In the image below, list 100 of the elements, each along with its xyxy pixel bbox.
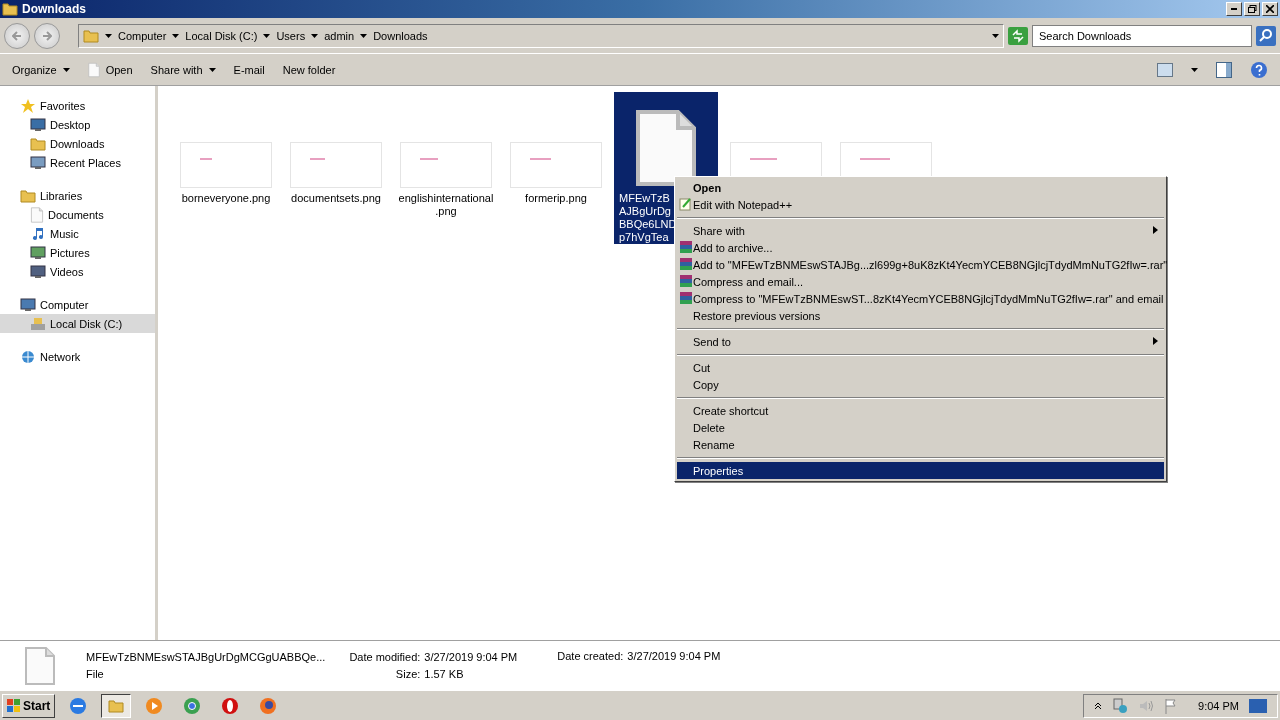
tree-item[interactable]: Documents xyxy=(0,205,155,224)
forward-arrow-icon xyxy=(42,30,52,41)
archive-icon xyxy=(679,240,693,254)
tree-item[interactable]: Local Disk (C:) xyxy=(0,314,155,333)
address-bar[interactable]: Computer Local Disk (C:) Users admin Downloads xyxy=(78,23,1004,48)
show-desktop-icon[interactable] xyxy=(1249,698,1267,713)
drive-icon xyxy=(30,315,46,332)
preview-pane-icon[interactable] xyxy=(1216,61,1232,78)
detail-label: Date created: xyxy=(557,650,624,662)
menu-item[interactable]: Cut xyxy=(677,359,1164,376)
tree-item[interactable]: Pictures xyxy=(0,243,155,262)
window-title: Downloads xyxy=(22,2,87,16)
toolbar-button[interactable]: Share with xyxy=(150,63,216,76)
globe-icon xyxy=(20,348,36,365)
forward-button[interactable] xyxy=(34,22,60,49)
menu-item[interactable]: Create shortcut xyxy=(677,402,1164,419)
tree-item[interactable]: Favorites xyxy=(0,96,155,115)
detail-value: 3/27/2019 9:04 PM xyxy=(627,650,721,662)
tree-item[interactable]: Videos xyxy=(0,262,155,281)
caret-icon xyxy=(992,33,999,38)
start-button[interactable]: Start xyxy=(2,693,56,718)
folder-icon xyxy=(83,27,99,44)
file-name: formerip.png xyxy=(525,192,587,205)
taskbar-app-button[interactable] xyxy=(101,693,132,718)
restore-button[interactable] xyxy=(1244,2,1260,16)
caret-icon xyxy=(105,33,112,38)
breadcrumb[interactable]: Local Disk (C:) xyxy=(185,29,258,42)
toolbar-button[interactable]: Open xyxy=(87,61,133,78)
minimize-button[interactable] xyxy=(1226,2,1242,16)
tree-item[interactable]: Libraries xyxy=(0,186,155,205)
monitor-icon xyxy=(30,154,46,171)
search-icon[interactable] xyxy=(1256,25,1276,46)
network-icon[interactable] xyxy=(1112,697,1129,714)
document-icon xyxy=(30,206,44,223)
toolbar-button[interactable]: E-mail xyxy=(233,63,265,76)
monitor-icon xyxy=(20,296,36,313)
view-icon[interactable] xyxy=(1157,62,1173,77)
submenu-arrow-icon xyxy=(1153,337,1158,345)
file-name: englishinternational .png xyxy=(398,192,494,218)
folder-icon xyxy=(2,1,18,17)
file-name: documentsets.png xyxy=(291,192,381,205)
play-icon xyxy=(145,696,164,715)
refresh-icon[interactable] xyxy=(1008,26,1028,45)
flag-icon[interactable] xyxy=(1164,697,1179,714)
folder-icon xyxy=(108,697,125,714)
menu-item[interactable]: Send to xyxy=(677,333,1164,350)
tree-item[interactable]: Recent Places xyxy=(0,153,155,172)
breadcrumb[interactable]: Users xyxy=(276,29,306,42)
ring-icon xyxy=(221,696,240,715)
tree-item[interactable]: Network xyxy=(0,347,155,366)
menu-item[interactable]: Restore previous versions xyxy=(677,307,1164,324)
caret-icon xyxy=(62,67,70,72)
menu-item[interactable]: Compress and email... xyxy=(677,273,1164,290)
tree-item[interactable]: Downloads xyxy=(0,134,155,153)
breadcrumb[interactable]: Downloads xyxy=(373,29,428,42)
toolbar-button[interactable]: Organize xyxy=(12,63,70,76)
detail-name: MFEwTzBNMEswSTAJBgUrDgMCGgUABBQe... xyxy=(86,651,326,663)
close-icon xyxy=(1266,5,1274,13)
menu-item[interactable]: Delete xyxy=(677,419,1164,436)
tree-item[interactable]: Music xyxy=(0,224,155,243)
music-note-icon xyxy=(30,225,46,242)
caret-icon xyxy=(1191,67,1198,72)
windows-logo-icon xyxy=(7,698,21,713)
caret-icon xyxy=(172,33,180,38)
monitor-icon xyxy=(30,263,46,280)
search-field[interactable]: Search Downloads xyxy=(1032,24,1252,47)
caret-icon xyxy=(311,33,319,38)
folder-icon xyxy=(30,135,46,152)
menu-item[interactable]: Compress to "MFEwTzBNMEswST...8zKt4YecmYCEB8NGjlcjTdydMmNuTG2fIw=.rar" and email xyxy=(677,290,1164,307)
minimize-icon xyxy=(1231,8,1237,10)
file-name: borneveryone.png xyxy=(181,192,271,205)
monitor-icon xyxy=(30,244,46,261)
back-button[interactable] xyxy=(4,22,30,49)
close-button[interactable] xyxy=(1262,2,1278,16)
menu-item[interactable]: Properties xyxy=(677,462,1164,479)
archive-icon xyxy=(679,257,693,271)
archive-icon xyxy=(679,274,693,288)
tree-item[interactable]: Desktop xyxy=(0,115,155,134)
caret-icon xyxy=(263,33,271,38)
document-icon xyxy=(87,61,100,78)
detail-value: 1.57 KB xyxy=(424,668,465,680)
help-icon[interactable] xyxy=(1250,60,1268,79)
globe-icon xyxy=(69,696,88,715)
menu-item[interactable]: Rename xyxy=(677,436,1164,453)
detail-type: File xyxy=(86,668,105,680)
fox-icon xyxy=(259,696,278,715)
archive-icon xyxy=(679,291,693,305)
file-name: MFEwTzB AJBgUrDg BBQe6LND p7hVgTea xyxy=(618,192,677,244)
breadcrumb[interactable]: Computer xyxy=(118,29,167,42)
folder-icon xyxy=(20,187,36,204)
tree-item[interactable]: Computer xyxy=(0,295,155,314)
caret-icon xyxy=(208,67,216,72)
submenu-arrow-icon xyxy=(1153,226,1158,234)
menu-item[interactable]: Copy xyxy=(677,376,1164,393)
toolbar-button[interactable]: New folder xyxy=(282,63,336,76)
circle-icon xyxy=(183,696,202,715)
caret-icon xyxy=(360,33,368,38)
breadcrumb[interactable]: admin xyxy=(324,29,355,42)
document-icon xyxy=(24,645,56,686)
chevron-up-icon[interactable] xyxy=(1094,701,1103,710)
